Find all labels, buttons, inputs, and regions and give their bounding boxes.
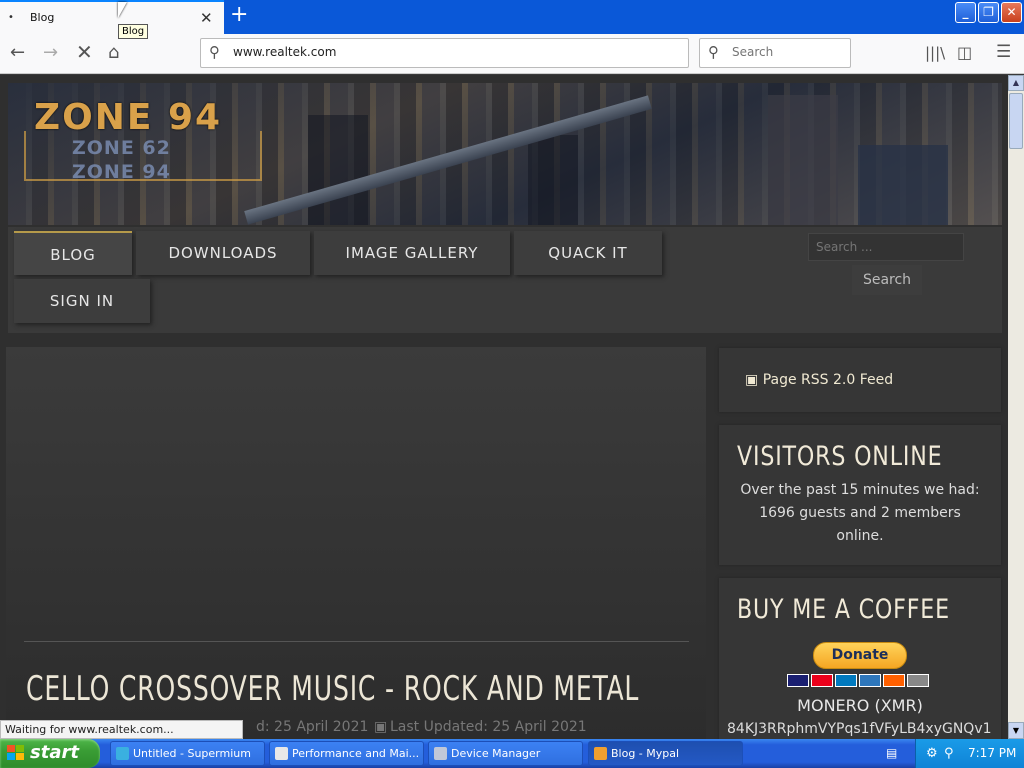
- menu-item-sign-in[interactable]: SIGN IN: [14, 279, 150, 323]
- tab-close-icon[interactable]: ✕: [200, 9, 213, 27]
- computer-icon: [434, 747, 447, 760]
- taskbar-item-device-manager[interactable]: Device Manager: [428, 741, 583, 766]
- status-bar: Waiting for www.realtek.com...: [0, 720, 243, 739]
- document-icon: [275, 747, 288, 760]
- published-date: d: 25 April 2021: [256, 719, 369, 735]
- discover-card-icon: [883, 674, 905, 687]
- network-icon[interactable]: ⚙: [926, 746, 938, 761]
- calendar-icon: ▣: [374, 719, 388, 735]
- monero-label: MONERO (XMR): [797, 696, 923, 715]
- vertical-scrollbar[interactable]: ▲: [1008, 75, 1024, 739]
- start-label: start: [30, 742, 79, 763]
- menu-item-image-gallery[interactable]: IMAGE GALLERY: [314, 231, 510, 275]
- minimize-button[interactable]: _: [955, 2, 976, 23]
- visitors-module: VISITORS ONLINE Over the past 15 minutes…: [719, 425, 1001, 565]
- mypal-icon: [594, 747, 607, 760]
- page-viewport: ZONE 94 ZONE 62 ZONE 94 BLOG DOWNLOADS I…: [0, 75, 1008, 739]
- site-search-input[interactable]: [808, 233, 964, 261]
- system-tray: ⚙ ⚲ 7:17 PM: [915, 739, 1024, 768]
- tab-loading-icon: •: [8, 12, 14, 23]
- mouse-pointer-icon: [118, 2, 127, 18]
- menu-item-downloads[interactable]: DOWNLOADS: [136, 231, 310, 275]
- browser-icon: [116, 747, 129, 760]
- close-window-button[interactable]: ✕: [1001, 2, 1022, 23]
- bank-card-icon: [907, 674, 929, 687]
- coffee-module: BUY ME A COFFEE Donate MONERO (XMR) 84KJ…: [719, 578, 1001, 739]
- logo-subtitle: ZONE 62: [72, 137, 171, 159]
- mastercard-icon: [811, 674, 833, 687]
- scroll-up-icon[interactable]: ▲: [1008, 75, 1024, 91]
- visitors-text: Over the past 15 minutes we had: 1696 gu…: [740, 482, 980, 544]
- new-tab-icon[interactable]: +: [230, 2, 248, 27]
- search-icon: ⚲: [209, 43, 220, 61]
- start-button[interactable]: start: [0, 739, 100, 768]
- divider: [24, 641, 689, 642]
- keyboard-icon[interactable]: ▤: [886, 746, 897, 760]
- maestro-card-icon: [835, 674, 857, 687]
- tab-title: Blog: [30, 11, 55, 24]
- payment-cards: [787, 674, 929, 687]
- logo-subtitle: ZONE 94: [72, 161, 171, 183]
- visitors-heading: VISITORS ONLINE: [737, 441, 943, 472]
- visa-card-icon: [787, 674, 809, 687]
- back-arrow-icon[interactable]: ←: [10, 42, 25, 63]
- stop-loading-icon[interactable]: ✕: [76, 40, 93, 64]
- site-menu: BLOG DOWNLOADS IMAGE GALLERY QUACK IT SI…: [8, 227, 1002, 333]
- rss-module: ▣ Page RSS 2.0 Feed: [719, 348, 1001, 412]
- browser-tab-strip: • Blog ✕ + _ ❐ ✕: [0, 0, 1024, 34]
- search-icon[interactable]: ⚲: [944, 746, 954, 761]
- menu-item-quack-it[interactable]: QUACK IT: [514, 231, 662, 275]
- browser-search-input[interactable]: [732, 45, 842, 59]
- site-logo[interactable]: ZONE 94: [34, 97, 222, 138]
- rss-feed-link[interactable]: ▣ Page RSS 2.0 Feed: [745, 372, 893, 388]
- donate-button[interactable]: Donate: [813, 642, 907, 669]
- menu-item-blog[interactable]: BLOG: [14, 231, 132, 275]
- site-search-button[interactable]: Search: [852, 265, 922, 295]
- scroll-down-icon[interactable]: ▼: [1008, 722, 1024, 739]
- browser-search-box[interactable]: ⚲: [699, 38, 851, 68]
- article-card: CELLO CROSSOVER MUSIC - ROCK AND METAL d…: [6, 347, 706, 739]
- windows-logo-icon: [7, 745, 25, 761]
- article-title[interactable]: CELLO CROSSOVER MUSIC - ROCK AND METAL: [26, 669, 639, 709]
- hamburger-menu-icon[interactable]: ☰: [996, 42, 1011, 62]
- navigation-toolbar: ← → ✕ ⌂ ⚲ ⚲ |||\ ◫ ☰: [0, 34, 1024, 74]
- taskbar-item-performance[interactable]: Performance and Mai...: [269, 741, 424, 766]
- library-icon[interactable]: |||\: [925, 44, 945, 62]
- scrollbar-thumb[interactable]: [1009, 93, 1023, 149]
- amex-card-icon: [859, 674, 881, 687]
- rss-icon: ▣: [745, 372, 763, 388]
- forward-arrow-icon[interactable]: →: [43, 42, 58, 63]
- taskbar-item-supermium[interactable]: Untitled - Supermium: [110, 741, 265, 766]
- taskbar-item-blog-mypal[interactable]: Blog - Mypal: [588, 741, 743, 766]
- tab-tooltip: Blog: [118, 24, 149, 39]
- restore-button[interactable]: ❐: [978, 2, 999, 23]
- windows-taskbar: start Untitled - Supermium Performance a…: [0, 739, 1024, 768]
- coffee-heading: BUY ME A COFFEE: [737, 594, 950, 625]
- sidebar-toggle-icon[interactable]: ◫: [957, 43, 972, 62]
- browser-tab-blog[interactable]: • Blog ✕: [0, 0, 224, 34]
- banner-train-track: [244, 95, 652, 225]
- window-controls: _ ❐ ✕: [955, 2, 1022, 23]
- monero-address[interactable]: 84KJ3RRphmVYPqs1fVFyLB4xyGNQv1: [727, 721, 1007, 737]
- updated-date: Last Updated: 25 April 2021: [390, 719, 587, 735]
- taskbar-clock: 7:17 PM: [968, 746, 1017, 760]
- home-icon[interactable]: ⌂: [108, 42, 119, 63]
- url-bar[interactable]: ⚲: [200, 38, 689, 68]
- search-icon: ⚲: [708, 43, 719, 61]
- url-input[interactable]: [233, 45, 673, 59]
- site-banner: ZONE 94 ZONE 62 ZONE 94: [8, 83, 1002, 225]
